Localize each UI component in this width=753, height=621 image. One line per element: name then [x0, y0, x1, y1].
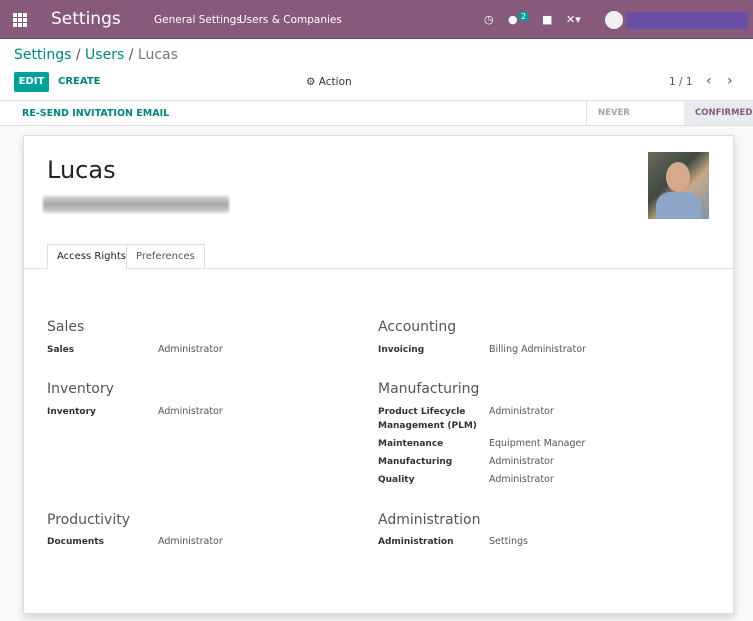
stage-chevron-icon — [678, 101, 685, 125]
field-label-quality: Quality — [378, 475, 415, 485]
edit-button[interactable]: EDIT — [14, 72, 49, 92]
field-label-documents: Documents — [47, 537, 104, 547]
menu-general-settings[interactable]: General Settings — [154, 14, 242, 26]
field-label-administration: Administration — [378, 537, 454, 547]
create-button[interactable]: CREATE — [58, 72, 101, 92]
group-title-administration: Administration — [378, 512, 481, 528]
avatar[interactable] — [605, 11, 623, 29]
tab-preferences[interactable]: Preferences — [126, 244, 205, 269]
field-value-administration[interactable]: Settings — [489, 536, 528, 547]
pager-counter[interactable]: 1 / 1 — [669, 76, 693, 88]
clock-icon[interactable]: ◷ — [484, 13, 494, 26]
field-label-invoicing: Invoicing — [378, 345, 425, 355]
resend-invitation-button[interactable]: RE-SEND INVITATION EMAIL — [22, 108, 169, 119]
gear-icon: ⚙ — [306, 76, 316, 88]
group-title-sales: Sales — [47, 319, 85, 335]
field-value-maintenance[interactable]: Equipment Manager — [489, 438, 585, 449]
field-value-sales[interactable]: Administrator — [158, 344, 223, 355]
chat-count-badge: 2 — [518, 12, 530, 21]
field-label-inventory: Inventory — [47, 407, 96, 417]
field-label-maintenance: Maintenance — [378, 439, 444, 449]
apps-menu-icon[interactable] — [13, 13, 27, 27]
gift-icon[interactable]: ■ — [542, 13, 552, 26]
group-title-manufacturing: Manufacturing — [378, 381, 480, 397]
field-value-invoicing[interactable]: Billing Administrator — [489, 344, 586, 355]
field-value-inventory[interactable]: Administrator — [158, 406, 223, 417]
tab-access-rights[interactable]: Access Rights — [47, 244, 136, 269]
field-label-plm: Product Lifecycle Management (PLM) — [378, 407, 477, 431]
top-navbar: Settings General Settings Users & Compan… — [0, 0, 753, 39]
user-photo[interactable] — [648, 152, 709, 219]
username-redacted[interactable] — [626, 12, 748, 29]
group-title-accounting: Accounting — [378, 319, 457, 335]
action-dropdown[interactable]: ⚙ Action — [306, 76, 352, 88]
breadcrumb-separator: / — [75, 47, 81, 63]
breadcrumb: Settings / Users / Lucas — [14, 47, 178, 63]
status-bar: RE-SEND INVITATION EMAIL NEVER CONNECTED… — [0, 100, 753, 142]
breadcrumb-separator: / — [128, 47, 134, 63]
group-title-inventory: Inventory — [47, 381, 114, 397]
breadcrumb-current: Lucas — [137, 47, 178, 63]
breadcrumb-settings[interactable]: Settings — [14, 47, 71, 63]
menu-users-companies[interactable]: Users & Companies — [239, 14, 342, 26]
stage-never-connected[interactable]: NEVER CONNECTED — [586, 101, 684, 142]
field-value-manufacturing[interactable]: Administrator — [489, 456, 554, 467]
breadcrumb-users[interactable]: Users — [85, 47, 124, 63]
user-name[interactable]: Lucas — [47, 156, 116, 184]
email-redacted[interactable] — [43, 196, 229, 213]
field-value-quality[interactable]: Administrator — [489, 474, 554, 485]
tools-icon[interactable]: ✕▾ — [566, 13, 581, 26]
field-label-manufacturing: Manufacturing — [378, 457, 453, 467]
chat-icon[interactable]: ● — [508, 13, 518, 26]
field-value-plm[interactable]: Administrator — [489, 406, 554, 417]
group-title-productivity: Productivity — [47, 512, 130, 528]
app-title[interactable]: Settings — [51, 9, 121, 29]
chevron-right-icon[interactable]: › — [727, 73, 733, 89]
field-label-sales: Sales — [47, 345, 75, 355]
stage-confirmed[interactable]: CONFIRMED — [684, 101, 753, 125]
field-value-documents[interactable]: Administrator — [158, 536, 223, 547]
chevron-left-icon[interactable]: ‹ — [706, 73, 712, 89]
action-label: Action — [318, 76, 352, 88]
